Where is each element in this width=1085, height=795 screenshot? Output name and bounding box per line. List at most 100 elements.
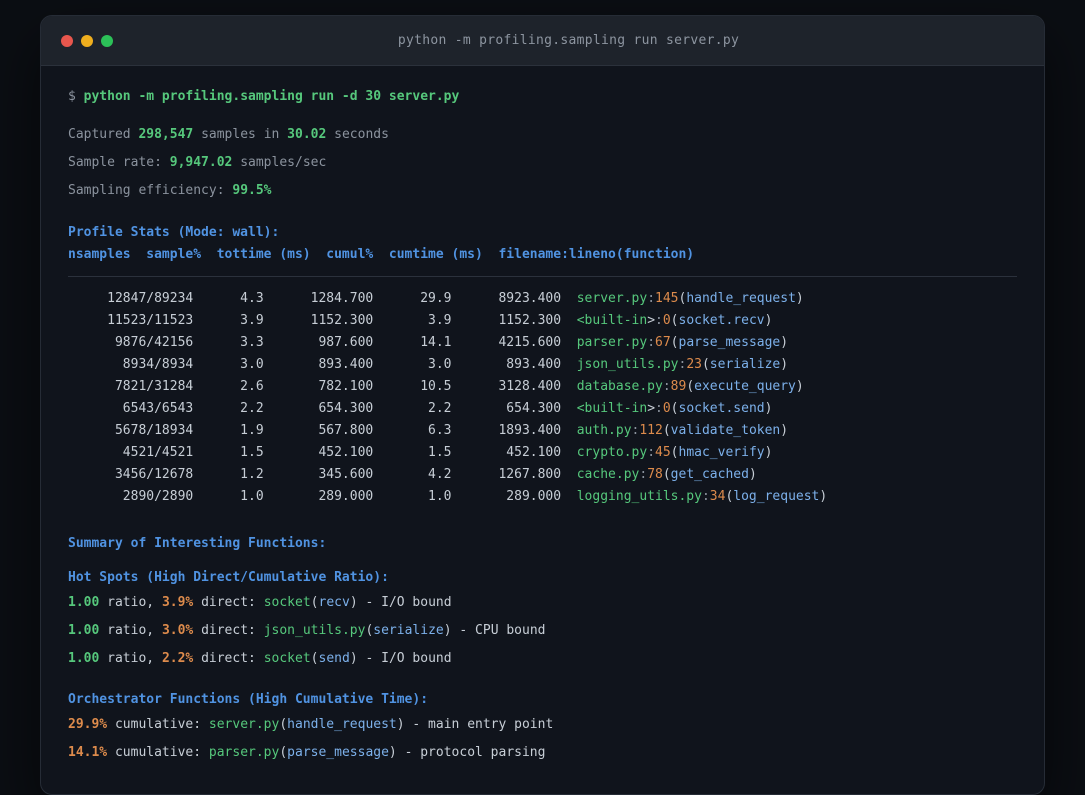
hot-close-paren: ): [443, 623, 452, 638]
hot-ratio-label: ratio,: [99, 595, 162, 610]
orch-cumulative-label: cumulative:: [107, 717, 209, 732]
hot-note: - CPU bound: [451, 623, 546, 638]
captured-unit: seconds: [326, 127, 389, 142]
hot-open-paren: (: [310, 651, 319, 666]
orch-cumulative-pct: 14.1%: [68, 745, 108, 760]
profile-stats-heading: Profile Stats (Mode: wall):: [68, 225, 280, 240]
row-colon: :: [647, 445, 656, 460]
row-filename: server.py: [576, 291, 648, 306]
row-close-paren: ): [795, 291, 804, 306]
row-metrics: 8934/8934 3.0 893.400 3.0 893.400: [68, 357, 577, 372]
orch-cumulative-pct: 29.9%: [68, 717, 108, 732]
profile-table-row: 12847/89234 4.3 1284.700 29.9 8923.400 s…: [68, 288, 1017, 310]
row-function: parse_message: [678, 335, 781, 350]
row-metrics: 5678/18934 1.9 567.800 6.3 1893.400: [68, 423, 577, 438]
row-open-paren: (: [670, 401, 679, 416]
row-metrics: 11523/11523 3.9 1152.300 3.9 1152.300: [68, 313, 577, 328]
orchestrator-item: 14.1% cumulative: parser.py(parse_messag…: [68, 742, 1017, 764]
row-close-paren: ): [780, 357, 789, 372]
row-function: hmac_verify: [678, 445, 765, 460]
row-lineno: 34: [709, 489, 726, 504]
window-titlebar[interactable]: python -m profiling.sampling run server.…: [41, 16, 1044, 66]
hot-function: serialize: [373, 623, 444, 638]
profile-table-row: 6543/6543 2.2 654.300 2.2 654.300 <built…: [68, 398, 1017, 420]
row-open-paren: (: [662, 423, 671, 438]
sampling-efficiency-line: Sampling efficiency: 99.5%: [68, 180, 1017, 202]
row-lineno: 0: [662, 401, 671, 416]
row-lineno: 145: [655, 291, 679, 306]
hot-file: socket: [263, 651, 311, 666]
row-metrics: 2890/2890 1.0 289.000 1.0 289.000: [68, 489, 577, 504]
efficiency-value: 99.5%: [232, 183, 272, 198]
row-function: handle_request: [686, 291, 796, 306]
row-lineno: 45: [655, 445, 671, 460]
hot-note: - I/O bound: [357, 595, 452, 610]
row-filename: parser.py: [576, 335, 648, 350]
row-colon: :: [655, 401, 663, 416]
row-lineno: 89: [670, 379, 687, 394]
orch-note: - protocol parsing: [396, 745, 546, 760]
row-lineno: 112: [639, 423, 663, 438]
row-filename-bracket: >: [647, 401, 656, 416]
row-lineno: 78: [647, 467, 663, 482]
captured-label: Captured: [68, 127, 139, 142]
profile-table-row: 11523/11523 3.9 1152.300 3.9 1152.300 <b…: [68, 310, 1017, 332]
hot-direct-label: direct:: [193, 651, 264, 666]
orchestrator-heading: Orchestrator Functions (High Cumulative …: [68, 692, 429, 707]
row-open-paren: (: [670, 313, 679, 328]
close-button-icon[interactable]: [61, 34, 73, 47]
captured-count: 298,547: [138, 127, 194, 142]
hot-file: socket: [263, 595, 311, 610]
row-filename: database.py: [576, 379, 663, 394]
row-colon: :: [647, 335, 656, 350]
row-lineno: 0: [662, 313, 671, 328]
orch-function: parse_message: [287, 745, 389, 760]
row-open-paren: (: [662, 467, 671, 482]
hot-ratio-label: ratio,: [99, 651, 162, 666]
row-filename-bracket: >: [647, 313, 656, 328]
command-text: python -m profiling.sampling run -d 30 s…: [83, 89, 460, 104]
hot-direct-label: direct:: [193, 595, 264, 610]
profile-table-row: 5678/18934 1.9 567.800 6.3 1893.400 auth…: [68, 420, 1017, 442]
hot-direct-pct: 3.0%: [161, 623, 194, 638]
row-filename: <built-in: [576, 401, 648, 416]
row-colon: :: [647, 291, 656, 306]
summary-heading: Summary of Interesting Functions:: [68, 536, 327, 551]
row-filename: json_utils.py: [576, 357, 679, 372]
minimize-button-icon[interactable]: [81, 34, 93, 47]
hot-spots-list: 1.00 ratio, 3.9% direct: socket(recv) - …: [68, 592, 1017, 670]
orch-file: server.py: [208, 717, 280, 732]
orchestrator-item: 29.9% cumulative: server.py(handle_reque…: [68, 714, 1017, 736]
hot-spot-item: 1.00 ratio, 3.0% direct: json_utils.py(s…: [68, 620, 1017, 642]
maximize-button-icon[interactable]: [101, 34, 113, 47]
row-function: socket.recv: [678, 313, 765, 328]
captured-seconds: 30.02: [287, 127, 327, 142]
terminal-content[interactable]: $ python -m profiling.sampling run -d 30…: [41, 86, 1044, 764]
orch-close-paren: ): [396, 717, 405, 732]
row-metrics: 4521/4521 1.5 452.100 1.5 452.100: [68, 445, 577, 460]
row-metrics: 7821/31284 2.6 782.100 10.5 3128.400: [68, 379, 577, 394]
profile-table-row: 2890/2890 1.0 289.000 1.0 289.000 loggin…: [68, 486, 1017, 508]
rate-label: Sample rate:: [68, 155, 170, 170]
row-metrics: 9876/42156 3.3 987.600 14.1 4215.600: [68, 335, 577, 350]
terminal-window: python -m profiling.sampling run server.…: [40, 15, 1045, 795]
row-filename: crypto.py: [576, 445, 648, 460]
hot-ratio: 1.00: [68, 623, 100, 638]
profile-table: 12847/89234 4.3 1284.700 29.9 8923.400 s…: [68, 288, 1017, 508]
shell-prompt: $: [68, 89, 84, 104]
row-metrics: 3456/12678 1.2 345.600 4.2 1267.800: [68, 467, 577, 482]
row-close-paren: ): [780, 423, 789, 438]
hot-ratio: 1.00: [68, 651, 100, 666]
row-lineno: 23: [686, 357, 702, 372]
command-line: $ python -m profiling.sampling run -d 30…: [68, 86, 1017, 108]
row-colon: :: [701, 489, 710, 504]
profile-columns-header: nsamples sample% tottime (ms) cumul% cum…: [68, 247, 695, 262]
row-open-paren: (: [686, 379, 695, 394]
rate-value: 9,947.02: [169, 155, 233, 170]
orch-function: handle_request: [287, 717, 397, 732]
hot-note: - I/O bound: [357, 651, 452, 666]
profile-table-row: 4521/4521 1.5 452.100 1.5 452.100 crypto…: [68, 442, 1017, 464]
row-close-paren: ): [795, 379, 804, 394]
orch-note: - main entry point: [404, 717, 554, 732]
orch-cumulative-label: cumulative:: [107, 745, 209, 760]
